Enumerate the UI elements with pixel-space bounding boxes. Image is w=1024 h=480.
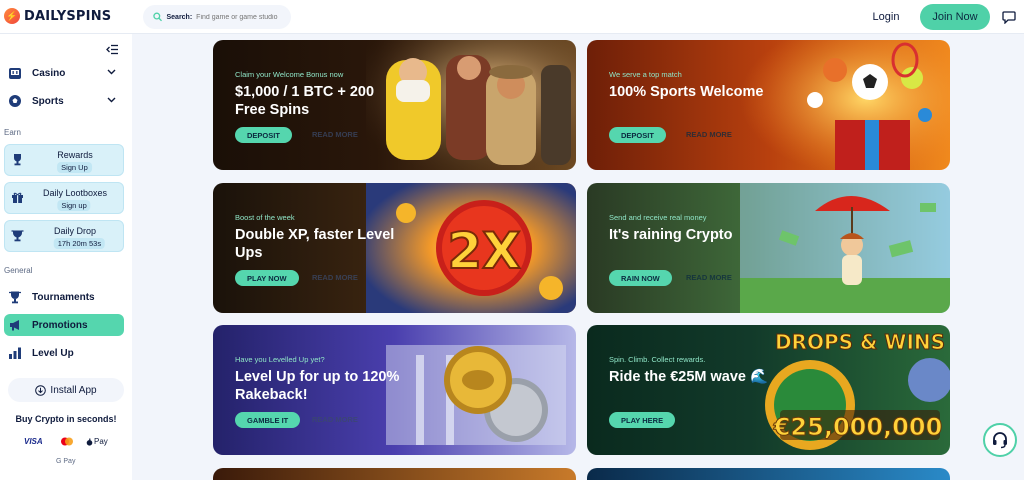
collapse-sidebar-icon[interactable] — [104, 42, 120, 56]
chevron-down-icon[interactable] — [107, 96, 116, 104]
sidebar-item-label: Sports — [32, 95, 64, 107]
brand-name: DAILYSPINS — [24, 8, 112, 24]
read-more-link[interactable]: READ MORE — [312, 415, 358, 424]
promo-title: Ride the €25M wave 🌊 — [609, 369, 769, 385]
promo-card-welcome[interactable]: Claim your Welcome Bonus now $1,000 / 1 … — [213, 40, 576, 170]
promo-card-partial[interactable] — [213, 468, 576, 480]
drops-wins-artwork: DROPS & WINS €25,000,000 — [740, 325, 950, 455]
join-now-button[interactable]: Join Now — [920, 4, 990, 30]
chat-icon[interactable] — [998, 7, 1020, 27]
promo-eyebrow: Boost of the week — [235, 213, 295, 222]
search-bar[interactable]: Search: — [143, 5, 291, 29]
chevron-down-icon[interactable] — [107, 68, 116, 76]
prize-amount-art: €25,000,000 — [773, 413, 943, 441]
promo-card-sports[interactable]: We serve a top match 100% Sports Welcome… — [587, 40, 950, 170]
daily-drop-timer: 17h 20m 53s — [53, 238, 106, 249]
install-app-button[interactable]: Install App — [8, 378, 124, 402]
search-icon — [153, 12, 163, 22]
deposit-button[interactable]: DEPOSIT — [609, 127, 666, 143]
earn-heading: Earn — [4, 128, 21, 137]
top-header: ⚡ DAILYSPINS Search: Login Join Now — [0, 0, 1024, 34]
sports-artwork — [740, 40, 950, 170]
buy-crypto-heading: Buy Crypto in seconds! — [15, 414, 117, 424]
read-more-link[interactable]: READ MORE — [686, 130, 732, 139]
promo-card-double-xp[interactable]: 2X Boost of the week Double XP, faster L… — [213, 183, 576, 313]
sidebar-item-label: Promotions — [32, 319, 88, 331]
promo-card-rain[interactable]: Send and receive real money It's raining… — [587, 183, 950, 313]
promo-eyebrow: We serve a top match — [609, 70, 682, 79]
promo-card-drops-wins[interactable]: DROPS & WINS €25,000,000 Spin. Climb. Co… — [587, 325, 950, 455]
tournament-icon — [9, 291, 21, 304]
casino-icon — [9, 68, 21, 79]
google-pay-logo: G Pay — [56, 458, 76, 465]
sidebar-item-daily-lootboxes[interactable]: Daily Lootboxes Sign up — [4, 182, 124, 214]
rain-now-button[interactable]: RAIN NOW — [609, 270, 672, 286]
bars-icon — [9, 347, 21, 359]
sidebar-item-promotions[interactable]: Promotions — [8, 316, 120, 334]
sidebar-item-sports[interactable]: Sports — [8, 92, 120, 110]
promo-title: Double XP, faster Level Ups — [235, 227, 395, 261]
sidebar-item-label: Casino — [32, 67, 66, 79]
promo-title: $1,000 / 1 BTC + 200 Free Spins — [235, 84, 375, 118]
sidebar-item-daily-drop[interactable]: Daily Drop 17h 20m 53s — [4, 220, 124, 252]
logo-icon: ⚡ — [4, 8, 20, 24]
read-more-link[interactable]: READ MORE — [686, 273, 732, 282]
general-heading: General — [4, 266, 33, 275]
megaphone-icon — [10, 320, 19, 331]
sidebar-item-level-up[interactable]: Level Up — [8, 344, 120, 362]
sidebar: Casino Sports Earn Rewards Sign Up Daily… — [0, 34, 132, 480]
promo-title: It's raining Crypto — [609, 227, 733, 243]
download-icon — [35, 384, 47, 396]
read-more-link[interactable]: READ MORE — [312, 130, 358, 139]
promo-eyebrow: Send and receive real money — [609, 213, 707, 222]
promo-eyebrow: Have you Levelled Up yet? — [235, 355, 325, 364]
sidebar-item-tournaments[interactable]: Tournaments — [8, 288, 120, 306]
promo-title: 100% Sports Welcome — [609, 84, 764, 100]
rewards-signup-badge[interactable]: Sign Up — [57, 162, 92, 173]
gamble-it-button[interactable]: GAMBLE IT — [235, 412, 301, 428]
promo-title: Level Up for up to 120% Rakeback! — [235, 369, 400, 403]
play-here-button[interactable]: PLAY HERE — [609, 412, 676, 428]
promo-eyebrow: Spin. Climb. Collect rewards. — [609, 355, 706, 364]
mastercard-icon — [60, 437, 74, 448]
promo-card-partial[interactable] — [587, 468, 950, 480]
daily-drop-label: Daily Drop — [53, 226, 96, 236]
lootboxes-signup-badge[interactable]: Sign up — [57, 200, 91, 211]
promo-eyebrow: Claim your Welcome Bonus now — [235, 70, 344, 79]
read-more-link[interactable]: READ MORE — [312, 273, 358, 282]
drop-trophy-icon — [11, 230, 24, 242]
sports-icon — [9, 95, 21, 107]
sidebar-item-label: Level Up — [32, 347, 74, 359]
sidebar-item-label: Tournaments — [32, 291, 95, 303]
daily-lootboxes-label: Daily Lootboxes — [42, 188, 108, 198]
drops-wins-art-title: DROPS & WINS — [775, 330, 945, 354]
search-input[interactable] — [196, 13, 291, 21]
install-app-label: Install App — [50, 384, 97, 396]
apple-pay-logo: Pay — [86, 437, 108, 446]
sidebar-item-casino[interactable]: Casino — [8, 64, 120, 82]
play-now-button[interactable]: PLAY NOW — [235, 270, 299, 286]
promo-card-rakeback[interactable]: Have you Levelled Up yet? Level Up for u… — [213, 325, 576, 455]
visa-logo: VISA — [24, 437, 43, 446]
apple-pay-label: Pay — [94, 437, 108, 446]
gift-icon — [12, 192, 23, 203]
rain-artwork — [740, 183, 950, 313]
rewards-label: Rewards — [57, 150, 93, 160]
2x-art-text: 2X — [447, 222, 520, 280]
search-label: Search: — [166, 13, 193, 21]
login-button[interactable]: Login — [862, 5, 910, 29]
brand-logo[interactable]: ⚡ DAILYSPINS — [4, 8, 111, 24]
support-headset-icon[interactable] — [983, 423, 1017, 457]
deposit-button[interactable]: DEPOSIT — [235, 127, 292, 143]
apple-icon — [86, 438, 93, 446]
trophy-icon — [14, 154, 21, 166]
sidebar-item-rewards[interactable]: Rewards Sign Up — [4, 144, 124, 176]
